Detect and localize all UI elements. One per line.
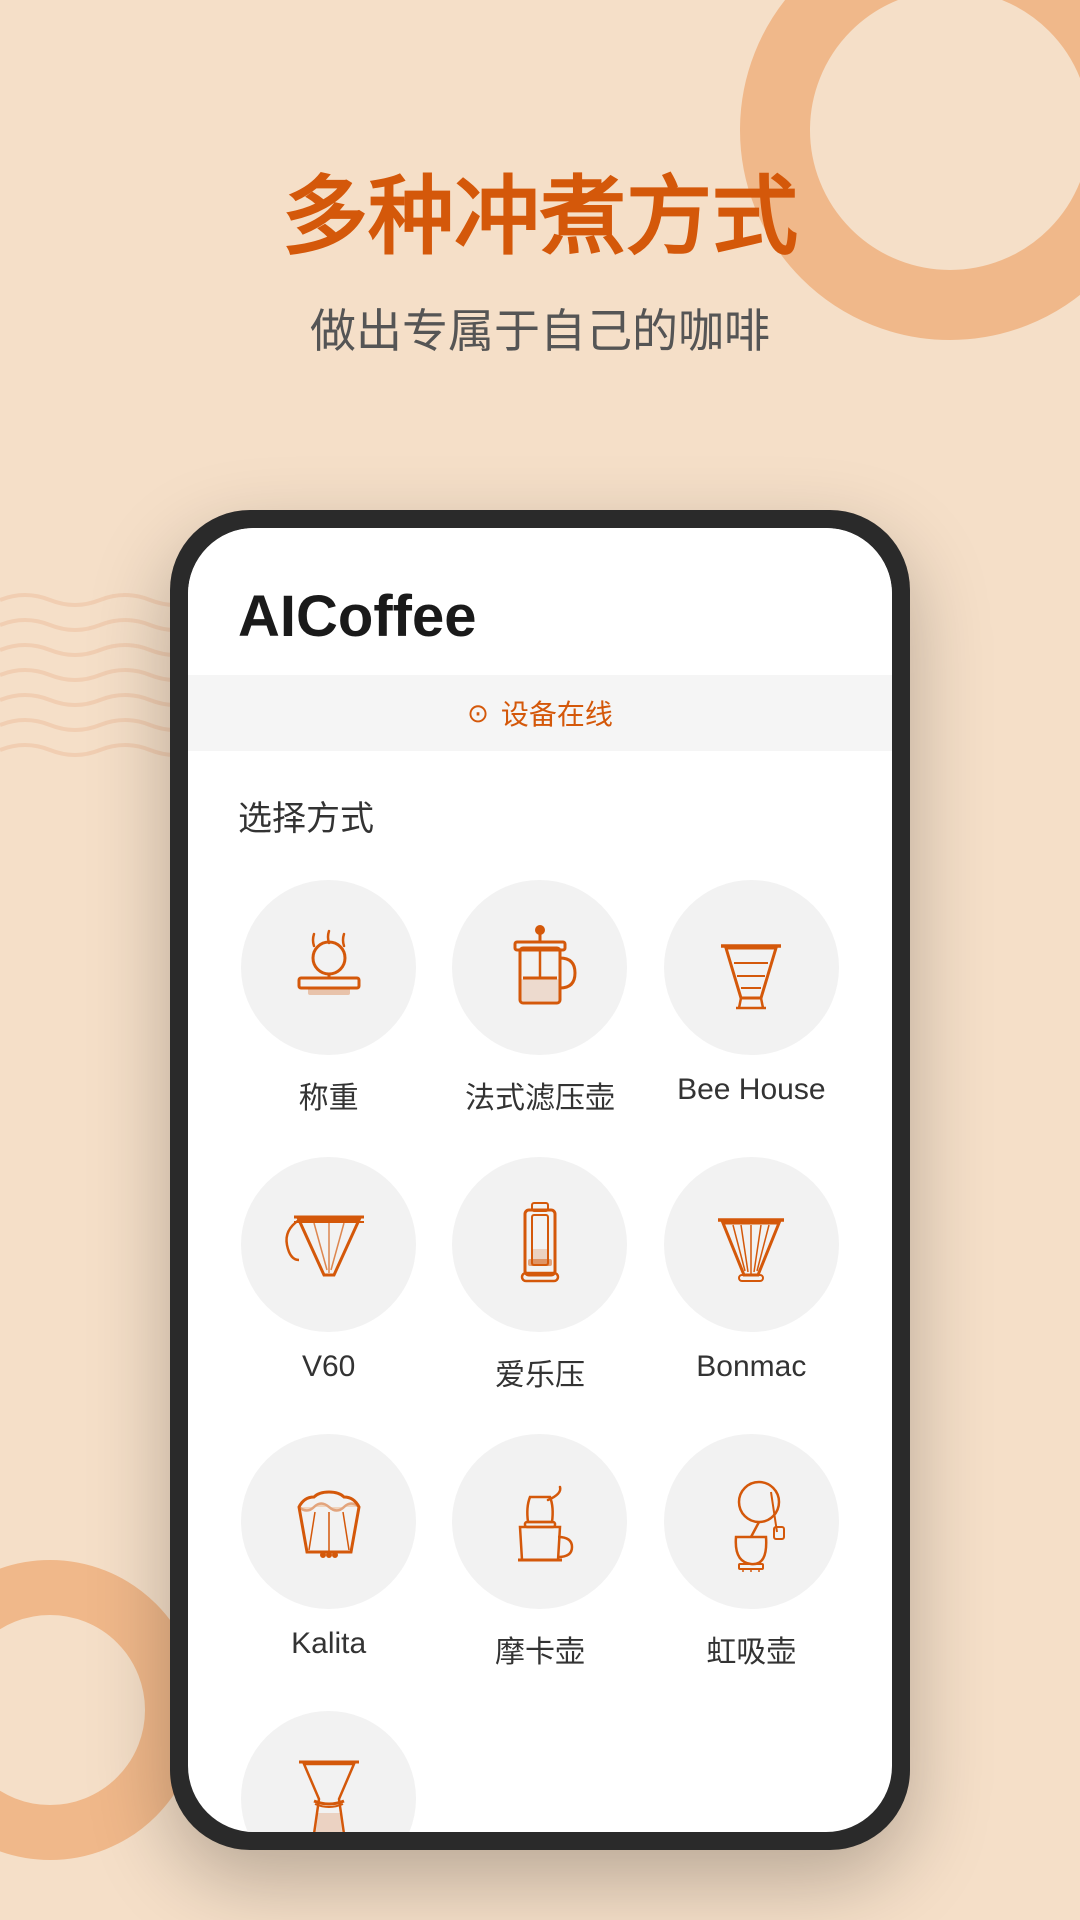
method-label-v60: V60 [302,1350,355,1384]
method-label-bonmac: Bonmac [696,1350,806,1384]
hero-section: 多种冲煮方式 做出专属于自己的咖啡 [80,170,1000,361]
method-label-aeropress: 爱乐压 [495,1350,585,1394]
method-item-weigh[interactable]: 称重 [238,880,419,1117]
hero-title: 多种冲煮方式 [80,170,1000,265]
method-label-kalita: Kalita [291,1627,366,1661]
method-label-bee-house: Bee House [677,1073,825,1107]
method-icon-bee-house [664,880,839,1055]
status-bar: ⊙ 设备在线 [188,675,892,751]
method-icon-bonmac [664,1157,839,1332]
app-content: 选择方式 [188,751,892,1832]
method-item-french-press[interactable]: 法式滤压壶 [449,880,630,1117]
status-text: 设备在线 [501,693,613,733]
method-label-french-press: 法式滤压壶 [465,1073,615,1117]
method-label-moka: 摩卡壶 [495,1627,585,1671]
method-item-aeropress[interactable]: 爱乐压 [449,1157,630,1394]
method-label-syphon: 虹吸壶 [706,1627,796,1671]
method-item-moka[interactable]: 摩卡壶 [449,1434,630,1671]
phone-inner-screen: AICoffee ⊙ 设备在线 选择方式 [188,528,892,1832]
phone-mockup: AICoffee ⊙ 设备在线 选择方式 [170,510,910,1850]
method-label-weigh: 称重 [299,1073,359,1117]
method-icon-kalita [241,1434,416,1609]
method-icon-chemex [241,1711,416,1832]
method-icon-syphon [664,1434,839,1609]
method-item-chemex[interactable]: Chemex [238,1711,419,1832]
methods-grid: 称重 [238,880,842,1832]
status-icon: ⊙ [467,698,489,729]
method-item-syphon[interactable]: 虹吸壶 [661,1434,842,1671]
phone-outer-frame: AICoffee ⊙ 设备在线 选择方式 [170,510,910,1850]
method-item-v60[interactable]: V60 [238,1157,419,1394]
app-title: AICoffee [238,583,842,650]
method-icon-moka [452,1434,627,1609]
method-item-bee-house[interactable]: Bee House [661,880,842,1117]
app-header: AICoffee [188,528,892,675]
method-icon-aeropress [452,1157,627,1332]
section-label: 选择方式 [238,791,842,840]
method-icon-v60 [241,1157,416,1332]
method-item-kalita[interactable]: Kalita [238,1434,419,1671]
hero-subtitle: 做出专属于自己的咖啡 [80,295,1000,361]
method-item-bonmac[interactable]: Bonmac [661,1157,842,1394]
method-icon-weigh [241,880,416,1055]
method-icon-french-press [452,880,627,1055]
